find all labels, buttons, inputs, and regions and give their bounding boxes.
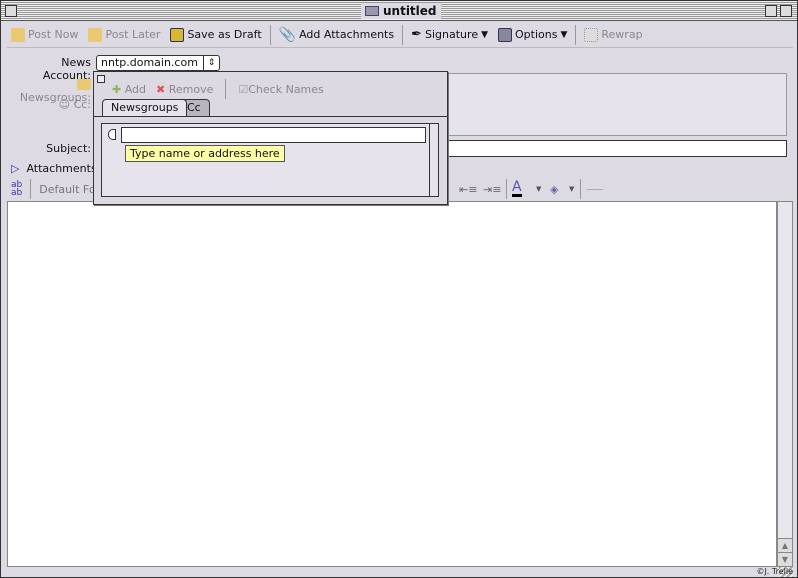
add-button[interactable]: ✚ Add — [112, 83, 146, 96]
subject-label: Subject: — [46, 142, 91, 155]
tab-baseline — [94, 116, 447, 117]
disclosure-triangle-icon: ▷ — [11, 162, 20, 175]
window-title: untitled — [361, 3, 441, 19]
updown-arrows-icon: ⇕ — [203, 56, 219, 70]
post-later-label: Post Later — [105, 28, 161, 41]
post-later-icon — [88, 27, 103, 42]
add-attachments-label: Add Attachments — [299, 28, 395, 41]
rewrap-icon — [584, 27, 599, 42]
options-button[interactable]: Options ▼ — [494, 24, 571, 46]
save-draft-label: Save as Draft — [187, 28, 262, 41]
news-account-value: nntp.domain.com — [101, 56, 198, 69]
attachments-toggle[interactable]: ▷ Attachments: — [11, 162, 100, 175]
vertical-scrollbar[interactable]: ▲ ▼ — [777, 201, 793, 567]
remove-label: Remove — [168, 82, 214, 96]
post-now-icon — [11, 27, 25, 42]
check-names-label: Check Names — [248, 82, 324, 96]
message-body[interactable] — [7, 201, 777, 567]
close-box[interactable] — [5, 5, 17, 17]
window-title-text: untitled — [383, 4, 437, 18]
tooltip: Type name or address here — [125, 145, 285, 162]
post-now-button[interactable]: Post Now — [7, 24, 82, 46]
divider — [269, 24, 271, 45]
add-attachments-button[interactable]: 📎 Add Attachments — [275, 24, 398, 46]
rewrap-button[interactable]: Rewrap — [580, 24, 646, 46]
save-draft-icon — [170, 27, 185, 42]
tab-label: Newsgroups — [111, 101, 179, 114]
divider — [225, 79, 227, 99]
text-color-icon[interactable]: A — [512, 180, 522, 197]
scroll-down-arrow[interactable]: ▼ — [778, 552, 792, 566]
horizontal-rule-icon[interactable] — [587, 189, 603, 190]
chevron-down-icon: ▼ — [560, 29, 568, 40]
chevron-down-icon[interactable]: ▼ — [569, 185, 574, 193]
signature-button[interactable]: ✒ Signature ▼ — [407, 24, 492, 46]
list-scrollbar[interactable] — [429, 124, 438, 196]
popup-close-box[interactable] — [97, 75, 105, 83]
tab-newsgroups[interactable]: Newsgroups — [102, 99, 188, 116]
divider — [402, 24, 404, 45]
remove-button[interactable]: ✖ Remove — [156, 83, 213, 96]
divider — [580, 179, 581, 199]
save-draft-button[interactable]: Save as Draft — [166, 24, 265, 46]
spelling-icon[interactable]: ab ab — [11, 181, 22, 198]
divider — [575, 24, 577, 45]
signature-label: Signature — [425, 28, 479, 41]
recipient-input[interactable] — [121, 127, 426, 143]
rewrap-label: Rewrap — [601, 28, 643, 41]
add-label: Add — [124, 82, 147, 96]
chevron-down-icon: ▼ — [481, 29, 489, 40]
recipient-list[interactable]: Type name or address here — [101, 123, 439, 197]
paperclip-icon: 📎 — [278, 26, 297, 43]
title-bar[interactable]: untitled — [1, 1, 797, 21]
increase-indent-icon[interactable]: ⇥≡ — [483, 183, 501, 196]
compose-window: untitled Post Now Post Later Save as Dra… — [0, 0, 798, 578]
scroll-up-arrow[interactable]: ▲ — [778, 538, 792, 552]
chevron-down-icon[interactable]: ▼ — [536, 185, 541, 193]
attachments-label: Attachments: — [26, 162, 101, 175]
pen-icon: ✒ — [411, 27, 423, 42]
toolbar: Post Now Post Later Save as Draft 📎 Add A… — [7, 22, 793, 48]
check-names-button[interactable]: ☑Check Names — [238, 83, 323, 96]
decrease-indent-icon[interactable]: ⇤≡ — [459, 183, 477, 196]
folder-icon — [77, 79, 91, 90]
cc-button[interactable]: ☺ Cc: — [51, 98, 91, 111]
divider — [506, 179, 507, 199]
news-account-select[interactable]: nntp.domain.com ⇕ — [96, 55, 220, 71]
post-now-label: Post Now — [28, 28, 79, 41]
person-icon: ☺ — [58, 98, 71, 111]
options-icon — [498, 27, 513, 42]
divider — [30, 179, 32, 199]
cc-label: Cc: — [73, 98, 91, 111]
address-popup: ✚ Add ✖ Remove ☑Check Names Newsgroups C… — [93, 71, 448, 205]
options-label: Options — [515, 28, 558, 41]
watermark: ©J. Trelle — [756, 567, 793, 576]
document-icon — [365, 6, 379, 16]
recipient-type-icon — [108, 129, 116, 140]
check-names-icon: ☑ — [238, 82, 249, 96]
plus-icon: ✚ — [112, 82, 122, 96]
x-icon: ✖ — [156, 82, 166, 96]
post-later-button[interactable]: Post Later — [84, 24, 164, 46]
collapse-box[interactable] — [780, 5, 792, 17]
zoom-box[interactable] — [765, 5, 777, 17]
tab-label: Cc — [187, 101, 201, 114]
highlight-color-icon[interactable]: ◈ — [550, 183, 558, 196]
